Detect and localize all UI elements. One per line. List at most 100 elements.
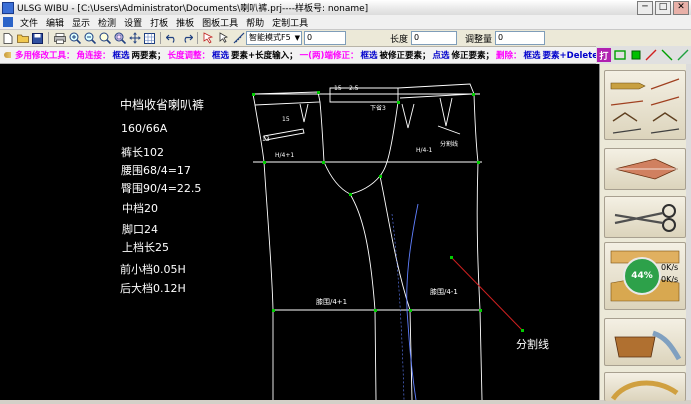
adjust-label: 调整量 [465,34,493,45]
menu-custom-tools[interactable]: 定制工具 [268,16,312,29]
measure-icon[interactable] [232,32,245,45]
back-dart [439,97,453,127]
cutting-knife-tile[interactable] [604,148,686,190]
toolbar-separator [160,32,161,44]
front-dart [299,103,309,123]
save-icon[interactable] [31,32,44,45]
select-box-icon[interactable] [217,32,230,45]
back-crotch-curve [349,101,399,195]
hint-segment: 被修正要素； [379,51,431,61]
zoom-in-icon[interactable] [68,32,81,45]
split-mark [437,125,461,135]
title-bar: ULSG WIBU - [C:\Users\Administrator\Docu… [0,0,691,16]
new-file-icon[interactable] [1,32,14,45]
line-red-icon[interactable] [644,48,658,62]
menu-grading[interactable]: 推板 [172,16,198,29]
line-diagonal-icon[interactable] [676,48,690,62]
hint-segment: 删除： [496,51,522,61]
mode-select-value: 智能模式F5 [249,33,291,42]
split-curve [406,203,419,400]
menu-pattern[interactable]: 打板 [146,16,172,29]
menu-board-tools[interactable]: 图板工具 [198,16,242,29]
hint-segment: 修正要素； [451,51,495,61]
zoom-window-icon[interactable] [98,32,111,45]
back-hip-label: H/4-1 [416,147,433,154]
pattern-tool-button[interactable]: 打 [597,48,611,62]
grid-icon[interactable] [143,32,156,45]
hint-segment: 框选 [212,51,230,61]
front-crotch-curve [319,101,351,195]
square-icon[interactable] [629,48,643,62]
minimize-button[interactable]: ─ [637,1,653,15]
menu-view[interactable]: 显示 [68,16,94,29]
dim-label: 15 [282,116,290,123]
scissors-tile[interactable] [604,196,686,238]
split-line-label: 分割线 [516,337,549,351]
hint-segment: 一(两)端修正： [299,51,359,61]
grading-tile[interactable]: 44% 0K/s 0K/s [604,242,686,310]
hint-segment: 角连接： [76,51,111,61]
fabric-tile[interactable] [604,318,686,366]
hint-segment: 点选 [432,51,450,61]
print-icon[interactable] [53,32,66,45]
dart-label: 下省3 [370,104,386,112]
chevron-down-icon: ▼ [294,34,300,42]
length-input[interactable]: 0 [411,31,458,45]
tool-panel: 44% 0K/s 0K/s [599,64,691,401]
tool-hint-bar: 多用修改工具： 角连接： 框选 两要素； 长度调整： 框选 要素+长度输入； 一(两)端修正：… [0,47,600,64]
knife-icon [614,158,678,180]
dim-label: 13 [262,136,270,143]
front-inseam [349,193,377,400]
zoom-out-icon[interactable] [83,32,96,45]
trouser-pattern[interactable]: 15 2.5 下省3 H/4+1 H/4-1 分割线 13 15 膝围/4+1 … [0,64,599,400]
pan-icon[interactable] [128,32,141,45]
maximize-button[interactable]: □ [655,1,671,15]
download-speed: 0K/s [661,275,679,284]
front-side-seam [254,104,274,400]
progress-percent: 44% [631,271,653,281]
app-icon [2,1,14,14]
hint-segment: 长度调整： [167,51,211,61]
ruler-tile[interactable] [604,372,686,401]
hint-text: 多用修改工具： 角连接： 框选 两要素； 长度调整： 框选 要素+长度输入； 一(两)端修正：… [15,49,600,61]
value-input[interactable]: 0 [304,31,346,45]
drawing-canvas[interactable]: 中档收省喇叭裤 160/66A 裤长102 腰围68/4=17 臀围90/4=2… [0,64,599,400]
toolbar: 智能模式F5 ▼ 0 长度 0 调整量 0 [0,30,691,47]
back-yoke [397,83,475,99]
open-folder-icon[interactable] [16,32,29,45]
menu-settings[interactable]: 设置 [120,16,146,29]
hint-segment: 要素+Delete [542,51,598,61]
drafting-tools-tile[interactable] [604,70,686,140]
back-dart [401,103,415,129]
menu-file[interactable]: 文件 [16,16,42,29]
curve-ruler-icon [610,380,679,401]
close-button[interactable]: ✕ [673,1,689,15]
hint-segment: 要素+长度输入； [231,51,298,61]
menu-check[interactable]: 检测 [94,16,120,29]
adjust-input[interactable]: 0 [495,31,546,45]
front-pocket [263,128,305,141]
hint-segment: 两要素； [131,51,166,61]
fabric-basket-icon [614,330,682,361]
undo-icon[interactable] [165,32,178,45]
pencil-icon [4,52,11,58]
select-arrow-icon[interactable] [202,32,215,45]
knee-front-label: 膝围/4+1 [316,297,347,306]
hint-segment: 框选 [360,51,378,61]
menu-help[interactable]: 帮助 [242,16,268,29]
quick-tools: 打 [596,46,691,64]
window-title: ULSG WIBU - [C:\Users\Administrator\Docu… [17,4,369,14]
rectangle-icon[interactable] [613,48,627,62]
line-green-icon[interactable] [660,48,674,62]
length-label: 长度 [390,34,409,45]
toolbar-separator [48,32,49,44]
menu-edit[interactable]: 编辑 [42,16,68,29]
split-label-small: 分割线 [440,140,458,148]
mode-select[interactable]: 智能模式F5 ▼ [246,31,302,45]
redo-icon[interactable] [180,32,193,45]
scissors-icon [614,204,676,232]
panel-scrollbar[interactable] [686,64,691,400]
zoom-fit-icon[interactable] [113,32,126,45]
window-controls: ─ □ ✕ [637,1,689,15]
point-markers [252,91,524,332]
